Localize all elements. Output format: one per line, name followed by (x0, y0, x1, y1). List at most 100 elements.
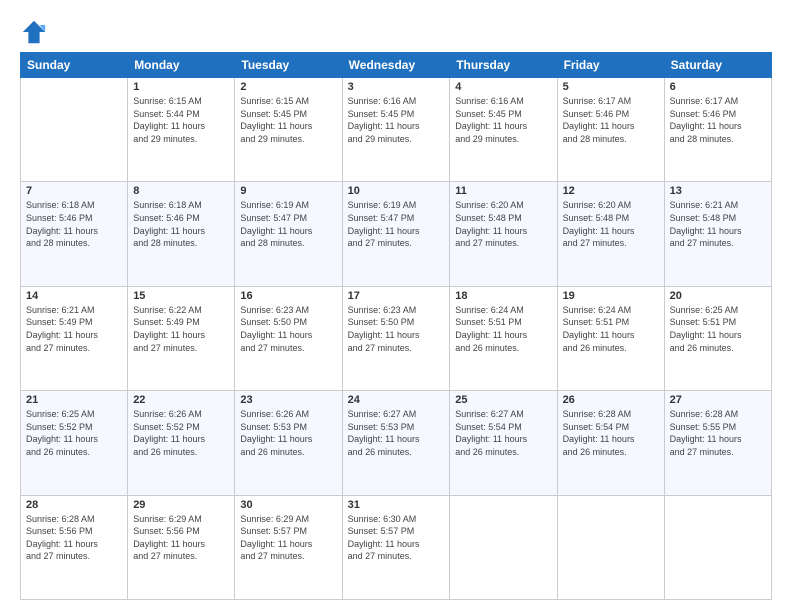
day-number: 17 (348, 290, 445, 302)
calendar-cell: 2 Sunrise: 6:15 AM Sunset: 5:45 PM Daylig… (235, 78, 342, 182)
calendar-cell: 30 Sunrise: 6:29 AM Sunset: 5:57 PM Dayli… (235, 495, 342, 599)
day-info: Sunrise: 6:23 AM Sunset: 5:50 PM Dayligh… (240, 304, 336, 354)
day-number: 7 (26, 185, 122, 197)
calendar-cell: 22Sunrise: 6:26 AM Sunset: 5:52 PM Dayli… (128, 391, 235, 495)
calendar-cell: 20Sunrise: 6:25 AM Sunset: 5:51 PM Dayli… (664, 286, 771, 390)
day-info: Sunrise: 6:17 AM Sunset: 5:46 PM Dayligh… (670, 95, 766, 145)
week-row-5: 28Sunrise: 6:28 AM Sunset: 5:56 PM Dayli… (21, 495, 772, 599)
calendar-cell: 28Sunrise: 6:28 AM Sunset: 5:56 PM Dayli… (21, 495, 128, 599)
day-number: 9 (240, 185, 336, 197)
calendar-cell: 29 Sunrise: 6:29 AM Sunset: 5:56 PM Dayli… (128, 495, 235, 599)
day-info: Sunrise: 6:19 AM Sunset: 5:47 PM Dayligh… (348, 199, 445, 249)
calendar-page: SundayMondayTuesdayWednesdayThursdayFrid… (0, 0, 792, 612)
calendar-cell: 18 Sunrise: 6:24 AM Sunset: 5:51 PM Dayli… (450, 286, 557, 390)
day-info: Sunrise: 6:15 AM Sunset: 5:44 PM Dayligh… (133, 95, 229, 145)
calendar-cell: 6 Sunrise: 6:17 AM Sunset: 5:46 PM Daylig… (664, 78, 771, 182)
day-header-tuesday: Tuesday (235, 53, 342, 78)
calendar-cell: 31 Sunrise: 6:30 AM Sunset: 5:57 PM Dayli… (342, 495, 450, 599)
day-number: 29 (133, 499, 229, 511)
header-row: SundayMondayTuesdayWednesdayThursdayFrid… (21, 53, 772, 78)
day-number: 4 (455, 81, 551, 93)
calendar-cell: 7Sunrise: 6:18 AM Sunset: 5:46 PM Daylig… (21, 182, 128, 286)
calendar-cell (664, 495, 771, 599)
calendar-cell: 1 Sunrise: 6:15 AM Sunset: 5:44 PM Daylig… (128, 78, 235, 182)
day-number: 21 (26, 394, 122, 406)
day-number: 13 (670, 185, 766, 197)
day-info: Sunrise: 6:19 AM Sunset: 5:47 PM Dayligh… (240, 199, 336, 249)
calendar-cell: 27 Sunrise: 6:28 AM Sunset: 5:55 PM Dayli… (664, 391, 771, 495)
day-number: 25 (455, 394, 551, 406)
day-number: 18 (455, 290, 551, 302)
calendar-cell: 10 Sunrise: 6:19 AM Sunset: 5:47 PM Dayli… (342, 182, 450, 286)
day-info: Sunrise: 6:17 AM Sunset: 5:46 PM Dayligh… (563, 95, 659, 145)
day-number: 11 (455, 185, 551, 197)
day-number: 10 (348, 185, 445, 197)
day-info: Sunrise: 6:16 AM Sunset: 5:45 PM Dayligh… (455, 95, 551, 145)
calendar-cell: 21Sunrise: 6:25 AM Sunset: 5:52 PM Dayli… (21, 391, 128, 495)
day-info: Sunrise: 6:28 AM Sunset: 5:55 PM Dayligh… (670, 408, 766, 458)
week-row-3: 14 Sunrise: 6:21 AM Sunset: 5:49 PM Dayli… (21, 286, 772, 390)
calendar-cell: 19 Sunrise: 6:24 AM Sunset: 5:51 PM Dayli… (557, 286, 664, 390)
calendar-cell (450, 495, 557, 599)
day-info: Sunrise: 6:26 AM Sunset: 5:53 PM Dayligh… (240, 408, 336, 458)
day-number: 1 (133, 81, 229, 93)
day-number: 2 (240, 81, 336, 93)
day-number: 24 (348, 394, 445, 406)
day-number: 22 (133, 394, 229, 406)
day-info: Sunrise: 6:27 AM Sunset: 5:54 PM Dayligh… (455, 408, 551, 458)
day-info: Sunrise: 6:24 AM Sunset: 5:51 PM Dayligh… (563, 304, 659, 354)
calendar-cell: 4 Sunrise: 6:16 AM Sunset: 5:45 PM Daylig… (450, 78, 557, 182)
day-info: Sunrise: 6:15 AM Sunset: 5:45 PM Dayligh… (240, 95, 336, 145)
day-number: 14 (26, 290, 122, 302)
calendar-cell: 12 Sunrise: 6:20 AM Sunset: 5:48 PM Dayli… (557, 182, 664, 286)
day-info: Sunrise: 6:29 AM Sunset: 5:56 PM Dayligh… (133, 513, 229, 563)
day-info: Sunrise: 6:16 AM Sunset: 5:45 PM Dayligh… (348, 95, 445, 145)
day-info: Sunrise: 6:22 AM Sunset: 5:49 PM Dayligh… (133, 304, 229, 354)
day-info: Sunrise: 6:29 AM Sunset: 5:57 PM Dayligh… (240, 513, 336, 563)
calendar-cell: 24Sunrise: 6:27 AM Sunset: 5:53 PM Dayli… (342, 391, 450, 495)
day-header-sunday: Sunday (21, 53, 128, 78)
logo-icon (20, 18, 48, 46)
calendar-cell (21, 78, 128, 182)
day-info: Sunrise: 6:28 AM Sunset: 5:56 PM Dayligh… (26, 513, 122, 563)
calendar-cell: 16 Sunrise: 6:23 AM Sunset: 5:50 PM Dayli… (235, 286, 342, 390)
calendar-cell: 9 Sunrise: 6:19 AM Sunset: 5:47 PM Daylig… (235, 182, 342, 286)
header (20, 18, 772, 46)
day-info: Sunrise: 6:21 AM Sunset: 5:49 PM Dayligh… (26, 304, 122, 354)
day-header-friday: Friday (557, 53, 664, 78)
day-header-wednesday: Wednesday (342, 53, 450, 78)
day-info: Sunrise: 6:23 AM Sunset: 5:50 PM Dayligh… (348, 304, 445, 354)
day-number: 31 (348, 499, 445, 511)
calendar-cell: 14 Sunrise: 6:21 AM Sunset: 5:49 PM Dayli… (21, 286, 128, 390)
day-number: 23 (240, 394, 336, 406)
day-number: 3 (348, 81, 445, 93)
day-info: Sunrise: 6:28 AM Sunset: 5:54 PM Dayligh… (563, 408, 659, 458)
day-number: 30 (240, 499, 336, 511)
day-number: 12 (563, 185, 659, 197)
day-number: 6 (670, 81, 766, 93)
day-number: 26 (563, 394, 659, 406)
day-number: 19 (563, 290, 659, 302)
day-info: Sunrise: 6:20 AM Sunset: 5:48 PM Dayligh… (455, 199, 551, 249)
day-header-saturday: Saturday (664, 53, 771, 78)
calendar-cell: 8 Sunrise: 6:18 AM Sunset: 5:46 PM Daylig… (128, 182, 235, 286)
day-info: Sunrise: 6:30 AM Sunset: 5:57 PM Dayligh… (348, 513, 445, 563)
day-number: 27 (670, 394, 766, 406)
calendar-cell: 17 Sunrise: 6:23 AM Sunset: 5:50 PM Dayli… (342, 286, 450, 390)
day-info: Sunrise: 6:18 AM Sunset: 5:46 PM Dayligh… (133, 199, 229, 249)
calendar-cell: 26 Sunrise: 6:28 AM Sunset: 5:54 PM Dayli… (557, 391, 664, 495)
day-info: Sunrise: 6:20 AM Sunset: 5:48 PM Dayligh… (563, 199, 659, 249)
calendar-cell: 11 Sunrise: 6:20 AM Sunset: 5:48 PM Dayli… (450, 182, 557, 286)
calendar-cell: 23 Sunrise: 6:26 AM Sunset: 5:53 PM Dayli… (235, 391, 342, 495)
calendar-cell: 3 Sunrise: 6:16 AM Sunset: 5:45 PM Daylig… (342, 78, 450, 182)
day-info: Sunrise: 6:25 AM Sunset: 5:51 PM Dayligh… (670, 304, 766, 354)
day-number: 5 (563, 81, 659, 93)
day-number: 16 (240, 290, 336, 302)
calendar-cell (557, 495, 664, 599)
calendar-cell: 5 Sunrise: 6:17 AM Sunset: 5:46 PM Daylig… (557, 78, 664, 182)
week-row-2: 7 Sunrise: 6:18 AM Sunset: 5:46 PM Daylig… (21, 182, 772, 286)
day-info: Sunrise: 6:24 AM Sunset: 5:51 PM Dayligh… (455, 304, 551, 354)
day-number: 15 (133, 290, 229, 302)
day-number: 8 (133, 185, 229, 197)
calendar-table: SundayMondayTuesdayWednesdayThursdayFrid… (20, 52, 772, 600)
